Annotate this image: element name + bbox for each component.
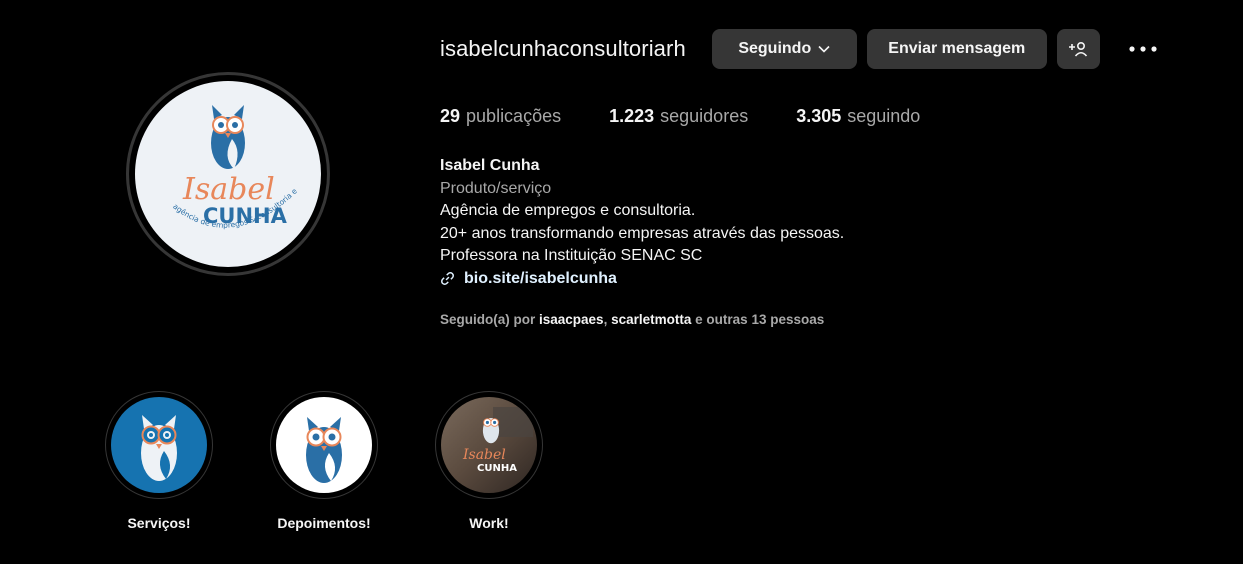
highlight-cover-ring [270, 391, 378, 499]
profile-stats: 29 publicações 1.223 seguidores 3.305 segui… [440, 106, 968, 127]
followed-by-account[interactable]: isaacpaes [539, 312, 604, 327]
highlight-label: Depoimentos! [277, 515, 371, 531]
profile-header: isabelcunhaconsultoriarh Seguindo Enviar… [440, 29, 1158, 69]
stat-followers-label: seguidores [660, 106, 749, 126]
send-message-label: Enviar mensagem [888, 40, 1026, 57]
highlight-cover [276, 397, 372, 493]
bio-line: 20+ anos transformando empresas através … [440, 224, 845, 242]
chevron-down-icon [818, 45, 830, 53]
more-options-button[interactable] [1128, 29, 1158, 69]
svg-text:CUNHA: CUNHA [477, 463, 517, 474]
highlight-servicos[interactable]: Serviços! [105, 391, 213, 531]
stat-posts-count: 29 [440, 106, 461, 126]
following-button-label: Seguindo [738, 40, 812, 57]
highlight-cover-ring [105, 391, 213, 499]
stat-followers-count: 1.223 [609, 106, 655, 126]
stat-posts-label: publicações [466, 106, 562, 126]
send-message-button[interactable]: Enviar mensagem [866, 29, 1047, 69]
highlight-depoimentos[interactable]: Depoimentos! [270, 391, 378, 531]
link-icon [441, 272, 454, 286]
suggested-accounts-button[interactable] [1056, 29, 1100, 69]
stat-posts: 29 publicações [440, 106, 561, 127]
svg-text:Isabel: Isabel [182, 172, 275, 207]
owl-icon [482, 418, 500, 444]
following-button[interactable]: Seguindo [711, 29, 857, 69]
followed-by-separator: , [603, 312, 608, 327]
followed-by-account[interactable]: scarletmotta [611, 312, 691, 327]
highlight-cover: Isabel CUNHA [441, 397, 537, 493]
highlight-label: Work! [469, 515, 509, 531]
owl-icon [211, 105, 245, 169]
highlight-work[interactable]: Isabel CUNHA Work! [435, 391, 543, 531]
highlight-cover-ring: Isabel CUNHA [435, 391, 543, 499]
stat-following-count: 3.305 [796, 106, 842, 126]
stat-followers[interactable]: 1.223 seguidores [609, 106, 748, 127]
followed-by-suffix: e outras 13 pessoas [695, 312, 825, 327]
bio-link-text: bio.site/isabelcunha [464, 269, 617, 287]
add-user-icon [1069, 41, 1088, 57]
svg-text:Isabel: Isabel [462, 447, 506, 463]
profile-avatar[interactable]: Isabel CUNHA agência de empregos & consu… [126, 72, 330, 276]
highlight-cover [111, 397, 207, 493]
profile-bio: Isabel Cunha Produto/serviço Agência de … [440, 155, 844, 290]
followed-by-prefix: Seguido(a) por [440, 312, 536, 327]
followed-by[interactable]: Seguido(a) por isaacpaes, scarletmotta e… [440, 312, 824, 327]
avatar-logo: Isabel CUNHA agência de empregos & consu… [135, 81, 321, 267]
more-options-icon [1129, 46, 1157, 52]
bio-link[interactable]: bio.site/isabelcunha [440, 268, 844, 291]
profile-username: isabelcunhaconsultoriarh [440, 36, 686, 61]
highlight-label: Serviços! [127, 515, 191, 531]
stat-following[interactable]: 3.305 seguindo [796, 106, 920, 127]
profile-category: Produto/serviço [440, 179, 552, 197]
bio-line: Agência de empregos e consultoria. [440, 202, 696, 219]
stat-following-label: seguindo [847, 106, 921, 126]
profile-display-name: Isabel Cunha [440, 157, 540, 174]
bio-line: Professora na Instituição SENAC SC [440, 247, 703, 264]
